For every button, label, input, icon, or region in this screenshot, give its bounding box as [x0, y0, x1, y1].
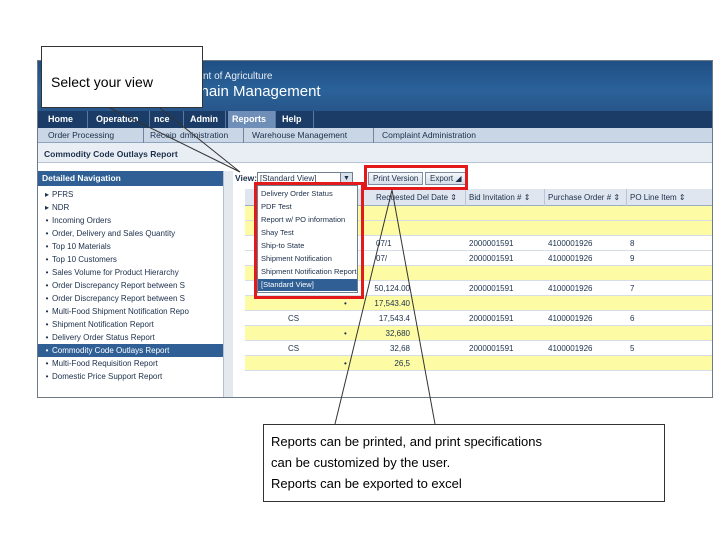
- bullet-icon: •: [45, 307, 49, 316]
- unit-cell: CS: [288, 314, 300, 323]
- bullet-icon: •: [45, 281, 49, 290]
- tab-operations[interactable]: Operation: [92, 111, 150, 128]
- nav-item[interactable]: • Order Discrepancy Report between S: [38, 292, 223, 305]
- bullet-icon: •: [45, 216, 49, 225]
- bullet-icon: •: [45, 268, 49, 277]
- subnav-order-processing[interactable]: Order Processing: [46, 128, 144, 143]
- nav-item[interactable]: • Sales Volume for Product Hierarchy: [38, 266, 223, 279]
- callout-line: can be customized by the user.: [271, 455, 451, 470]
- nav-item[interactable]: • Top 10 Materials: [38, 240, 223, 253]
- column-header[interactable]: Bid Invitation # ⇕: [466, 189, 545, 206]
- nav-item[interactable]: • Order Discrepancy Report between S: [38, 279, 223, 292]
- nav-item-pfrs[interactable]: ▸ PFRS: [38, 188, 223, 201]
- tab-reports[interactable]: Reports: [228, 111, 276, 128]
- page-title-bar: Commodity Code Outlays Report: [38, 143, 712, 163]
- tab-home[interactable]: Home: [44, 111, 88, 128]
- nav-item[interactable]: • Top 10 Customers: [38, 253, 223, 266]
- table-row[interactable]: • 26,5: [245, 356, 712, 371]
- slide: nt of Agriculture y Chain Management Hom…: [0, 0, 720, 540]
- purchase-order-cell: 4100001926: [548, 344, 593, 353]
- page-title: Commodity Code Outlays Report: [44, 149, 178, 159]
- tab-finance[interactable]: nce: [150, 111, 184, 128]
- bullet-icon: •: [45, 294, 49, 303]
- purchase-order-cell: 4100001926: [548, 254, 593, 263]
- purchase-order-cell: 4100001926: [548, 284, 593, 293]
- nav-item-selected[interactable]: • Commodity Code Outlays Report: [38, 344, 223, 357]
- quantity-cell: 32,680: [385, 329, 410, 338]
- table-row[interactable]: • 32,680: [245, 326, 712, 341]
- print-export-highlight-box: [364, 165, 468, 190]
- nav-item[interactable]: • Multi-Food Shipment Notification Repo: [38, 305, 223, 318]
- bullet-icon: •: [45, 333, 49, 342]
- callout-line: Reports can be exported to excel: [271, 476, 462, 491]
- unit-cell: CS: [288, 344, 300, 353]
- callout-line: Reports can be printed, and print specif…: [271, 434, 542, 449]
- dropdown-highlight-box: [254, 182, 364, 299]
- quantity-cell: 17,543.4: [378, 314, 410, 323]
- folder-expand-icon: ▸: [44, 203, 49, 212]
- subnav-receipt[interactable]: Receip: [148, 128, 178, 143]
- sort-icon: ⇕: [450, 193, 457, 202]
- subnav-warehouse-management[interactable]: Warehouse Management: [250, 128, 374, 143]
- tab-help[interactable]: Help: [278, 111, 314, 128]
- column-header[interactable]: Requested Del Date ⇕: [373, 189, 466, 206]
- quantity-cell: 32,68: [389, 344, 410, 353]
- bullet-icon: •: [45, 229, 49, 238]
- bid-invitation-cell: 2000001591: [469, 284, 514, 293]
- bullet-icon: •: [45, 255, 49, 264]
- column-header[interactable]: PO Line Item ⇕: [627, 189, 712, 206]
- subnav-administration[interactable]: dministration: [178, 128, 244, 143]
- bullet-icon: •: [45, 346, 49, 355]
- subnav-complaint-administration[interactable]: Complaint Administration: [380, 128, 510, 143]
- purchase-order-cell: 4100001926: [548, 239, 593, 248]
- nav-item[interactable]: • Incoming Orders: [38, 214, 223, 227]
- nav-item[interactable]: • Domestic Price Support Report: [38, 370, 223, 383]
- nav-item-ndr[interactable]: ▸ NDR: [38, 201, 223, 214]
- select-view-callout: Select your view: [41, 46, 203, 108]
- po-line-item-cell: 5: [630, 344, 635, 353]
- bid-invitation-cell: 2000001591: [469, 254, 514, 263]
- po-line-item-cell: 7: [630, 284, 635, 293]
- sort-icon: ⇕: [523, 193, 531, 202]
- po-line-item-cell: 9: [630, 254, 635, 263]
- sort-icon: ⇕: [678, 193, 686, 202]
- nav-item[interactable]: • Order, Delivery and Sales Quantity: [38, 227, 223, 240]
- navigation-scrollbar[interactable]: [223, 171, 233, 397]
- bullet-icon: •: [45, 242, 49, 251]
- bid-invitation-cell: 2000001591: [469, 344, 514, 353]
- sub-navigation: Order Processing Receip dministration Wa…: [38, 128, 712, 143]
- bullet-icon: •: [45, 320, 49, 329]
- nav-item[interactable]: • Shipment Notification Report: [38, 318, 223, 331]
- quantity-cell: 26,5: [394, 359, 410, 368]
- application-window: nt of Agriculture y Chain Management Hom…: [37, 60, 713, 398]
- cell: 07/1: [376, 239, 392, 248]
- cell: 07/: [376, 254, 388, 263]
- bullet-icon: •: [45, 359, 49, 368]
- table-row[interactable]: CS 32,68 2000001591 4100001926 5: [245, 341, 712, 356]
- purchase-order-cell: 4100001926: [548, 314, 593, 323]
- select-view-callout-text: Select your view: [51, 74, 153, 90]
- bid-invitation-cell: 2000001591: [469, 314, 514, 323]
- sort-icon: ⇕: [613, 193, 621, 202]
- print-export-callout: Reports can be printed, and print specif…: [263, 424, 665, 502]
- folder-expand-icon: ▸: [44, 190, 49, 199]
- table-row[interactable]: CS 17,543.4 2000001591 4100001926 6: [245, 311, 712, 326]
- po-line-item-cell: 8: [630, 239, 635, 248]
- column-header[interactable]: Purchase Order # ⇕: [545, 189, 627, 206]
- detailed-navigation: Detailed Navigation ▸ PFRS ▸ NDR • Incoming…: [38, 171, 233, 397]
- agency-name: nt of Agriculture: [203, 71, 273, 82]
- bid-invitation-cell: 2000001591: [469, 239, 514, 248]
- po-line-item-cell: 6: [630, 314, 635, 323]
- nav-item[interactable]: • Multi-Food Requisition Report: [38, 357, 223, 370]
- nav-item[interactable]: • Delivery Order Status Report: [38, 331, 223, 344]
- bullet-icon: •: [45, 372, 49, 381]
- top-navigation: Home Operation nce Admin Reports Help: [38, 111, 712, 128]
- detailed-navigation-header: Detailed Navigation: [38, 171, 223, 186]
- tab-admin[interactable]: Admin: [186, 111, 226, 128]
